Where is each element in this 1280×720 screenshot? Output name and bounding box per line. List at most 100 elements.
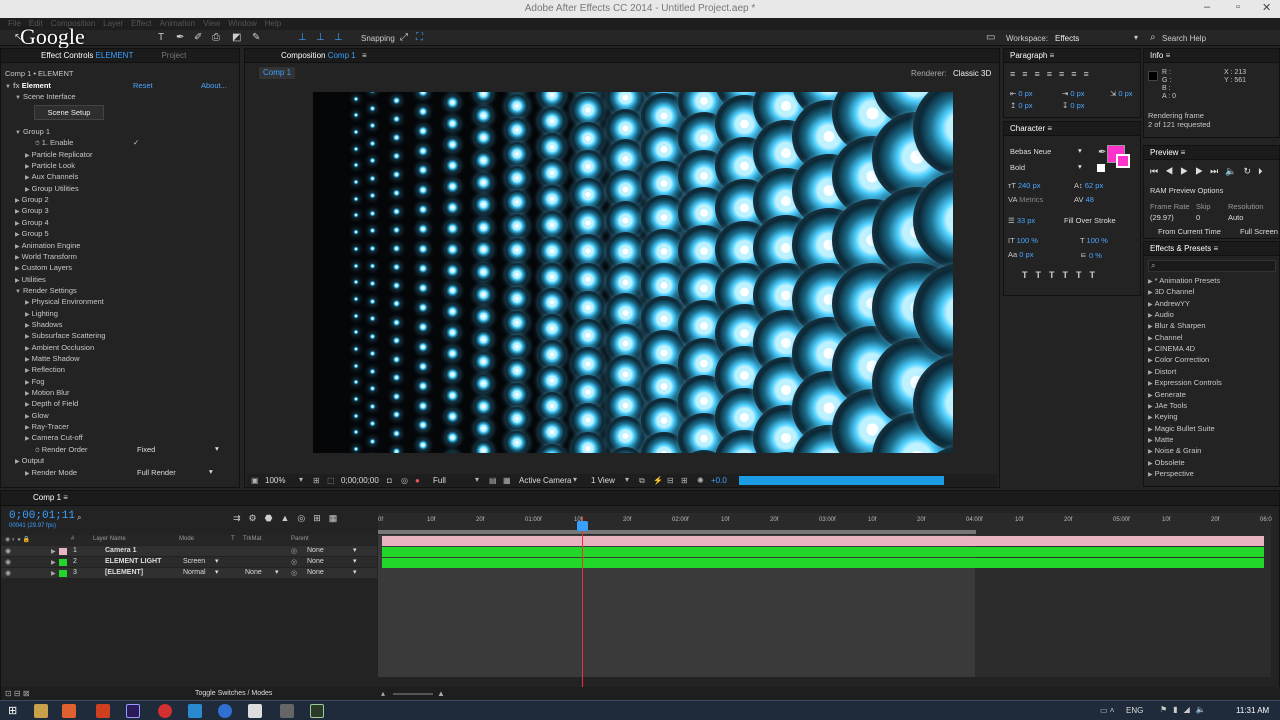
visibility-eye-icon[interactable]: ◉: [5, 569, 11, 577]
tab-effect-layer[interactable]: ELEMENT: [96, 51, 134, 60]
effect-param-row[interactable]: ▶ Group 2: [15, 195, 49, 204]
effect-param-row[interactable]: ▶ Motion Blur: [25, 388, 70, 397]
stroke-color-swatch[interactable]: [1116, 154, 1130, 168]
bridge-icon[interactable]: [96, 704, 110, 718]
font-family-select[interactable]: Bebas Neue: [1010, 147, 1051, 156]
expand-closed-icon[interactable]: ▶: [25, 368, 30, 374]
effects-category[interactable]: ▶ CINEMA 4D: [1148, 344, 1195, 353]
tab-preview[interactable]: Preview: [1150, 148, 1178, 157]
close-icon[interactable]: ✕: [1262, 1, 1271, 14]
menu-file[interactable]: File: [8, 18, 21, 30]
parent-pickwhip-icon[interactable]: ◎: [291, 558, 297, 566]
effect-param-row[interactable]: ▶ Output: [15, 456, 44, 465]
explorer-icon[interactable]: [34, 704, 48, 718]
layer-duration-bar[interactable]: [382, 547, 1264, 557]
layer-expand-icon[interactable]: ▶: [51, 570, 56, 577]
transparency-grid-icon[interactable]: ▦: [503, 476, 511, 485]
clone-stamp-icon[interactable]: ⎙: [212, 32, 220, 43]
toggle-pixel-aspect-icon[interactable]: ⧉: [639, 476, 645, 486]
col-layer-name[interactable]: Layer Name: [93, 536, 126, 542]
pen-tool-icon[interactable]: ✒: [176, 32, 184, 43]
effect-param-row[interactable]: ▶ Render Mode: [25, 468, 77, 477]
effect-param-row[interactable]: ▶ Particle Replicator: [25, 150, 92, 159]
panel-menu-icon[interactable]: ≡: [362, 51, 367, 60]
space-after-value[interactable]: 0 px: [1070, 101, 1084, 110]
effect-param-row[interactable]: ▶ Aux Channels: [25, 172, 78, 181]
composition-viewer[interactable]: [313, 92, 953, 453]
axis-local-icon[interactable]: ⊥: [298, 32, 307, 43]
maximize-icon[interactable]: ▫: [1236, 1, 1240, 13]
time-ruler[interactable]: 0f 10f 20f 01:00f 10f 20f 02:00f 10f 20f 03:00f 10…: [378, 513, 1272, 535]
timeline-layer-row[interactable]: ◉ ▶ 3 [ELEMENT] Normal ▾ None ▾ ◎ None ▾: [1, 568, 377, 579]
effect-param-row[interactable]: ▶ Custom Layers: [15, 263, 72, 272]
eraser-tool-icon[interactable]: ◩: [232, 32, 241, 43]
scene-interface-row[interactable]: ▼ Scene Interface: [15, 92, 76, 101]
timeline-layer-row[interactable]: ◉ ▶ 2 ELEMENT LIGHT Screen ▾ ◎ None ▾: [1, 557, 377, 568]
expand-closed-icon[interactable]: ▶: [25, 153, 30, 159]
axis-world-icon[interactable]: ⊥: [316, 32, 325, 43]
col-parent[interactable]: Parent: [291, 536, 309, 542]
snap-toggle-icon[interactable]: ⤢: [400, 32, 408, 43]
skype-icon[interactable]: [188, 704, 202, 718]
effect-param-row[interactable]: ▶ Physical Environment: [25, 297, 104, 306]
minimize-icon[interactable]: –: [1204, 1, 1210, 13]
effect-param-row[interactable]: ⏱ 1. Enable: [35, 138, 73, 148]
effects-category[interactable]: ▶ Matte: [1148, 435, 1173, 444]
layer-color-label[interactable]: [59, 570, 67, 577]
effect-param-row[interactable]: ▶ Particle Look: [25, 161, 75, 170]
layer-color-label[interactable]: [59, 559, 67, 566]
always-preview-icon[interactable]: ▣: [251, 476, 259, 485]
timeline-track-area[interactable]: [378, 535, 1271, 677]
exposure-reset-icon[interactable]: ✺: [697, 476, 704, 485]
font-style-chevron-icon[interactable]: ▾: [1078, 162, 1082, 171]
expand-closed-icon[interactable]: ▶: [25, 334, 30, 340]
layer-parent-select[interactable]: None: [307, 569, 324, 576]
font-style-select[interactable]: Bold: [1010, 163, 1025, 172]
expand-closed-icon[interactable]: ▶: [25, 414, 30, 420]
font-family-chevron-icon[interactable]: ▾: [1078, 146, 1082, 155]
parent-pickwhip-icon[interactable]: ◎: [291, 547, 297, 555]
effects-category[interactable]: ▶ Distort: [1148, 367, 1176, 376]
comp-subtab[interactable]: Comp 1: [259, 67, 296, 79]
camera-chevron-icon[interactable]: ▾: [573, 475, 577, 484]
expand-closed-icon[interactable]: ▶: [25, 346, 30, 352]
brush-tool-icon[interactable]: ✐: [194, 32, 202, 43]
col-mode[interactable]: Mode: [179, 536, 194, 542]
menu-view[interactable]: View: [203, 18, 220, 30]
layer-parent-select[interactable]: None: [307, 558, 324, 565]
kerning-value[interactable]: Metrics: [1019, 195, 1043, 204]
camera-select[interactable]: Active Camera: [519, 476, 571, 485]
tsume-value[interactable]: 0 %: [1089, 251, 1102, 260]
timeline-toggle-icon[interactable]: ⊟: [667, 476, 674, 485]
col-t[interactable]: T: [231, 536, 235, 542]
full-screen-checkbox[interactable]: Full Screen: [1240, 227, 1278, 236]
col-trkmat[interactable]: TrkMat: [243, 536, 261, 542]
param-chevron-icon[interactable]: ▾: [215, 444, 219, 453]
printer-icon[interactable]: [280, 704, 294, 718]
enable-checkbox[interactable]: ✓: [133, 138, 139, 147]
expand-closed-icon[interactable]: ▶: [1148, 427, 1153, 433]
menu-layer[interactable]: Layer: [103, 18, 123, 30]
chrome-icon[interactable]: [218, 704, 232, 718]
channel-icon[interactable]: ●: [415, 476, 420, 485]
expand-closed-icon[interactable]: ⏱: [35, 141, 40, 147]
tab-paragraph[interactable]: Paragraph: [1010, 51, 1047, 60]
search-help-field[interactable]: Search Help: [1162, 34, 1206, 43]
expand-closed-icon[interactable]: ▶: [1148, 472, 1153, 478]
flowchart-icon[interactable]: ⊞: [681, 476, 688, 485]
effect-param-row[interactable]: ▶ Group 4: [15, 218, 49, 227]
parent-chevron-icon[interactable]: ▾: [353, 568, 357, 576]
expand-closed-icon[interactable]: ▶: [1148, 370, 1153, 376]
preview-transport-controls[interactable]: ⏮◀▶▶⏭🔈↻⏵: [1150, 166, 1270, 177]
expand-closed-icon[interactable]: ▶: [1148, 438, 1153, 444]
effect-param-row[interactable]: ⏱ Render Order: [35, 445, 88, 455]
timeline-search-icon[interactable]: ⌕: [77, 513, 81, 523]
expand-closed-icon[interactable]: ▶: [1148, 461, 1153, 467]
effect-param-row[interactable]: ▶ Reflection: [25, 365, 65, 374]
expand-closed-icon[interactable]: ▶: [1148, 415, 1153, 421]
tab-comp-name[interactable]: Comp 1: [328, 51, 356, 60]
effects-category[interactable]: ▶ Channel: [1148, 333, 1183, 342]
vertical-scale-value[interactable]: 100 %: [1017, 236, 1038, 245]
param-value-select[interactable]: Full Render: [137, 468, 176, 477]
start-icon[interactable]: ⊞: [8, 704, 17, 717]
